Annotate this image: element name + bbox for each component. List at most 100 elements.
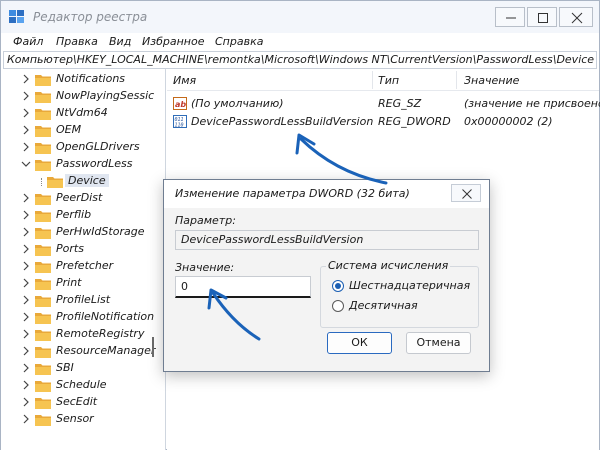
chevron-right-icon[interactable] xyxy=(21,363,31,373)
hex-radio[interactable] xyxy=(332,280,344,292)
tree-item-label: SecEdit xyxy=(56,395,98,408)
chevron-right-icon[interactable] xyxy=(21,210,31,220)
chevron-right-icon[interactable] xyxy=(21,193,31,203)
tree-item-label: OpenGLDrivers xyxy=(56,140,140,153)
chevron-right-icon[interactable] xyxy=(21,312,31,322)
folder-icon xyxy=(35,109,51,120)
tree-item[interactable]: PerHwIdStorage xyxy=(1,224,164,241)
list-header: Имя Тип Значение xyxy=(167,69,599,91)
tree-item[interactable]: ProfileList xyxy=(1,292,164,309)
value-name: (По умолчанию) xyxy=(191,97,284,110)
chevron-right-icon[interactable] xyxy=(21,227,31,237)
tree-item[interactable]: Prefetcher xyxy=(1,258,164,275)
tree-item-label: RemoteRegistry xyxy=(56,327,145,340)
tree-item[interactable]: SecEdit xyxy=(1,394,164,411)
tree-item-label: PerHwIdStorage xyxy=(56,225,145,238)
column-name-header[interactable]: Имя xyxy=(173,74,196,87)
chevron-right-icon[interactable] xyxy=(21,142,31,152)
tree-item-label: Prefetcher xyxy=(56,259,114,272)
chevron-right-icon[interactable] xyxy=(21,380,31,390)
address-bar[interactable]: Компьютер\HKEY_LOCAL_MACHINE\remontka\Mi… xyxy=(3,51,597,69)
chevron-right-icon[interactable] xyxy=(21,397,31,407)
folder-icon xyxy=(35,160,51,171)
svg-text:ab: ab xyxy=(175,100,186,109)
tree-item[interactable]: Print xyxy=(1,275,164,292)
radix-group xyxy=(320,266,479,328)
chevron-right-icon[interactable] xyxy=(21,414,31,424)
cancel-button[interactable]: Отмена xyxy=(406,332,471,354)
folder-icon xyxy=(35,313,51,324)
tree-item[interactable]: Perflib xyxy=(1,207,164,224)
tree-item[interactable]: Sensor xyxy=(1,411,164,428)
chevron-right-icon[interactable] xyxy=(21,346,31,356)
chevron-right-icon[interactable] xyxy=(21,125,31,135)
column-divider[interactable] xyxy=(372,71,373,89)
value-data-input[interactable]: 0 xyxy=(175,276,311,298)
decimal-radio[interactable] xyxy=(332,300,344,312)
tree-item[interactable]: Schedule xyxy=(1,377,164,394)
tree-item-label: ProfileNotification xyxy=(56,310,155,323)
tree-item-label: ProfileList xyxy=(56,293,111,306)
column-type-header[interactable]: Тип xyxy=(378,74,399,87)
tree-item[interactable]: SBI xyxy=(1,360,164,377)
folder-icon xyxy=(35,381,51,392)
edit-dword-dialog: Изменение параметра DWORD (32 бита) Пара… xyxy=(163,179,490,372)
folder-icon xyxy=(35,75,51,86)
tree-item-label: Schedule xyxy=(56,378,107,391)
key-tree: Notifications NowPlayingSessic NtVdm64 OEM O… xyxy=(1,69,166,450)
folder-icon xyxy=(35,228,51,239)
tree-connector xyxy=(41,178,42,186)
column-divider[interactable] xyxy=(456,71,457,89)
folder-icon xyxy=(35,211,51,222)
ok-button[interactable]: ОК xyxy=(327,332,392,354)
menu-file[interactable]: Файл xyxy=(13,35,43,48)
tree-item[interactable]: Device xyxy=(1,173,164,190)
tree-item[interactable]: OpenGLDrivers xyxy=(1,139,164,156)
decimal-radio-label[interactable]: Десятичная xyxy=(349,299,418,312)
maximize-button[interactable] xyxy=(527,7,557,27)
menu-edit[interactable]: Правка xyxy=(56,35,98,48)
tree-item-label: PasswordLess xyxy=(56,157,133,170)
chevron-right-icon[interactable] xyxy=(21,278,31,288)
menu-view[interactable]: Вид xyxy=(109,35,131,48)
chevron-right-icon[interactable] xyxy=(21,261,31,271)
chevron-right-icon[interactable] xyxy=(21,108,31,118)
menu-favorites[interactable]: Избранное xyxy=(142,35,204,48)
tree-scrollbar-thumb[interactable] xyxy=(152,337,154,357)
folder-icon xyxy=(35,143,51,154)
tree-item[interactable]: RemoteRegistry xyxy=(1,326,164,343)
chevron-down-icon[interactable] xyxy=(21,159,31,169)
menu-help[interactable]: Справка xyxy=(215,35,263,48)
column-value-header[interactable]: Значение xyxy=(464,74,519,87)
tree-item[interactable]: OEM xyxy=(1,122,164,139)
list-row[interactable]: ab (По умолчанию) REG_SZ (значение не пр… xyxy=(167,95,600,112)
folder-icon xyxy=(35,347,51,358)
tree-item[interactable]: NtVdm64 xyxy=(1,105,164,122)
tree-item[interactable]: NowPlayingSessic xyxy=(1,88,164,105)
tree-item[interactable]: Notifications xyxy=(1,71,164,88)
close-button[interactable] xyxy=(559,7,593,27)
hex-radio-label[interactable]: Шестнадцатеричная xyxy=(349,279,470,292)
tree-item[interactable]: PeerDist xyxy=(1,190,164,207)
tree-item-label: ResourceManager xyxy=(56,344,156,357)
dialog-close-button[interactable] xyxy=(451,184,481,202)
dialog-title: Изменение параметра DWORD (32 бита) xyxy=(175,187,410,200)
value-name: DevicePasswordLessBuildVersion xyxy=(191,115,374,128)
tree-item-label: Perflib xyxy=(56,208,92,221)
folder-icon xyxy=(35,245,51,256)
chevron-right-icon[interactable] xyxy=(21,91,31,101)
parameter-name-field: DevicePasswordLessBuildVersion xyxy=(175,230,479,250)
window-title: Редактор реестра xyxy=(33,10,148,24)
chevron-right-icon[interactable] xyxy=(21,74,31,84)
tree-item[interactable]: ProfileNotification xyxy=(1,309,164,326)
minimize-button[interactable] xyxy=(495,7,525,27)
tree-item[interactable]: Ports xyxy=(1,241,164,258)
chevron-right-icon[interactable] xyxy=(21,295,31,305)
list-row[interactable]: 011 110 DevicePasswordLessBuildVersion R… xyxy=(167,113,599,130)
chevron-right-icon[interactable] xyxy=(21,244,31,254)
folder-icon xyxy=(35,194,51,205)
tree-item[interactable]: PasswordLess xyxy=(1,156,164,173)
tree-item-label: Device xyxy=(65,174,109,187)
chevron-right-icon[interactable] xyxy=(21,329,31,339)
tree-item[interactable]: ResourceManager xyxy=(1,343,164,360)
